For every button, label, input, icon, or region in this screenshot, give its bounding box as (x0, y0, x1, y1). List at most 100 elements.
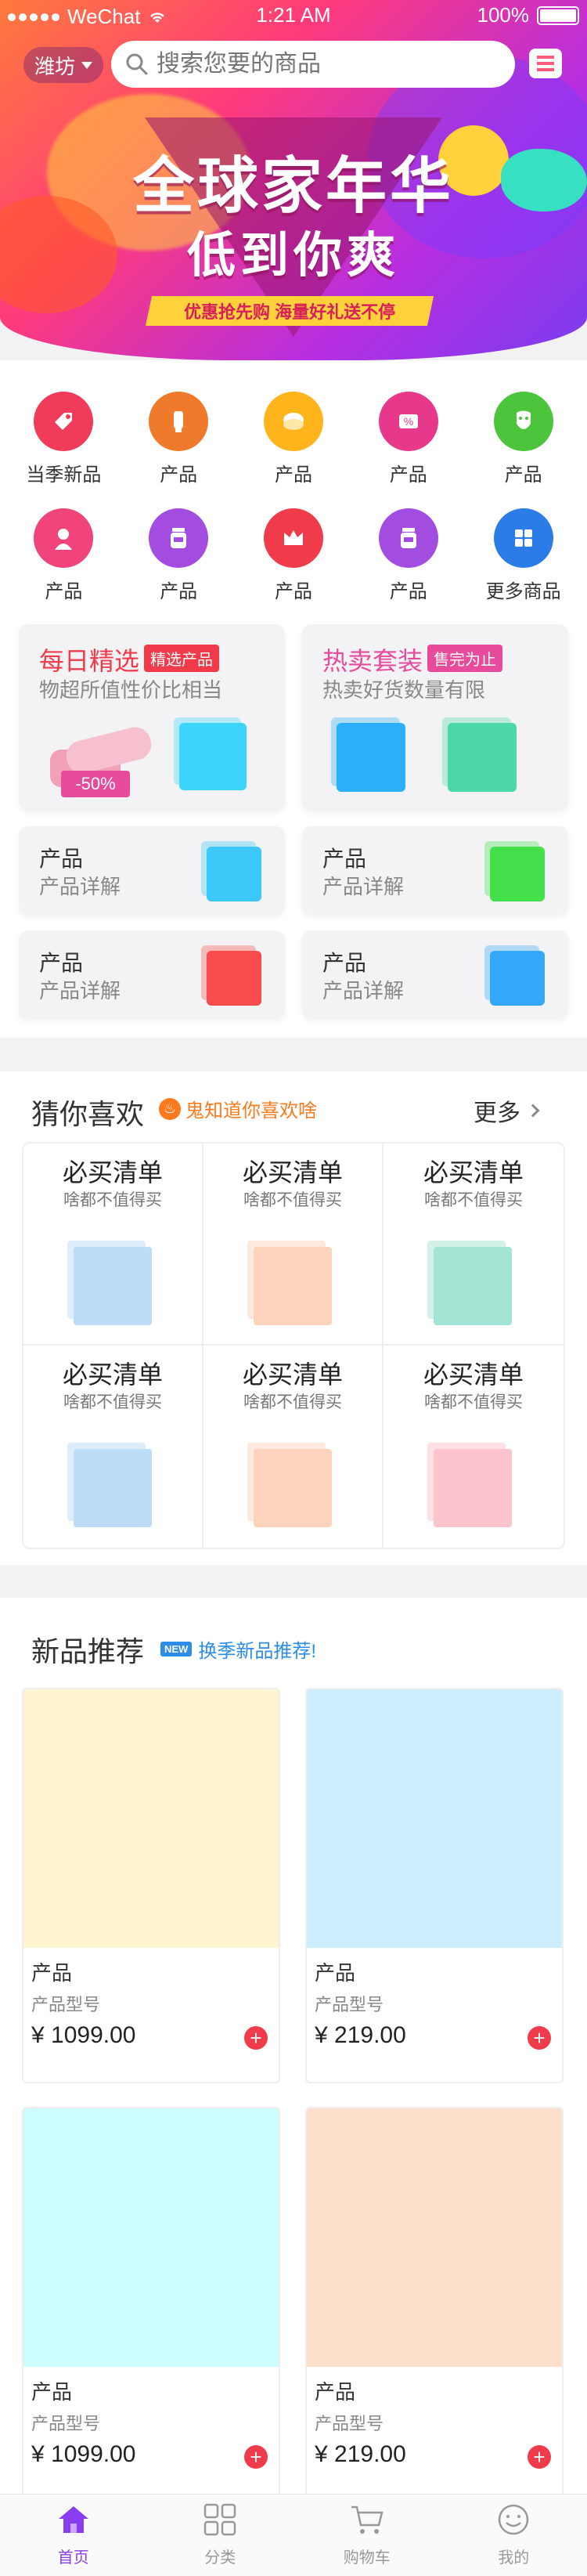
product-card[interactable]: 产品 产品型号 ¥ 219.00 + (305, 1688, 564, 2083)
product-price: ¥ 1099.00 (31, 2441, 136, 2467)
product-model: 产品型号 (315, 1995, 384, 2014)
new-products-subtitle-text: 换季新品推荐! (198, 1641, 317, 1662)
promo-section: 每日精选 精选产品 物超所值性价比相当 -50% 热卖套装 售完为止 热卖好货数… (0, 607, 587, 1038)
bottom-tab-bar: 首页 分类 购物车 我的 (0, 2494, 587, 2576)
product-card-small[interactable]: 产品 产品详解 (19, 826, 285, 915)
add-to-cart-icon[interactable]: + (528, 2445, 551, 2469)
product-name: 产品 (315, 2380, 356, 2404)
guess-item[interactable]: 必买清单 啥都不值得买 (384, 1346, 564, 1548)
battery-icon (537, 5, 579, 25)
message-button[interactable] (529, 49, 562, 78)
product-image (307, 1689, 562, 1948)
section-title: 新品推荐 (31, 1635, 145, 1667)
category-item[interactable]: 产品 (121, 508, 236, 603)
product-card[interactable]: 产品产品型号 ¥ 219.00 + (305, 2107, 564, 2502)
guess-item-title: 必买清单 (242, 1158, 343, 1187)
product-thumbnail (331, 717, 405, 792)
search-bar[interactable] (111, 41, 515, 88)
daily-picks-card[interactable]: 每日精选 精选产品 物超所值性价比相当 -50% (19, 624, 285, 811)
category-grid: 当季新品 产品 产品% 产品 产品 产品 产品 产品 产品 更多商品 (6, 392, 581, 603)
tab-cart[interactable]: 购物车 (294, 2495, 441, 2576)
guess-item[interactable]: 必买清单 啥都不值得买 (384, 1143, 564, 1346)
chevron-right-icon (526, 1104, 540, 1118)
more-link[interactable]: 更多 (474, 1093, 540, 1128)
category-item[interactable]: 产品 (121, 392, 236, 486)
tab-category-grid[interactable]: 分类 (147, 2495, 294, 2576)
product-card[interactable]: 产品 产品型号 ¥ 1099.00 + (22, 2107, 280, 2502)
card-subtitle: 产品详解 (322, 979, 405, 1003)
tab-label: 分类 (204, 2549, 236, 2567)
product-price: ¥ 219.00 (315, 2441, 406, 2467)
section-subtitle: ♨ 鬼知道你喜欢啥 (159, 1095, 317, 1122)
svg-text:%: % (404, 415, 413, 428)
profile-icon (495, 2503, 531, 2540)
category-item[interactable]: 产品 (351, 508, 466, 603)
cart-icon (349, 2503, 385, 2540)
card-subtitle: 产品详解 (322, 875, 405, 898)
add-to-cart-icon[interactable]: + (528, 2026, 551, 2050)
category-item[interactable]: 产品 (236, 508, 351, 603)
tab-home[interactable]: 首页 (0, 2495, 147, 2576)
banner-title: 全球家年华 (132, 151, 454, 220)
category-section: 当季新品 产品 产品% 产品 产品 产品 产品 产品 产品 更多商品 (0, 360, 587, 607)
jar-icon (149, 508, 209, 568)
more-label: 更多 (474, 1100, 520, 1126)
guess-item-subtitle: 啥都不值得买 (63, 1393, 162, 1411)
hero-banner[interactable]: WeChat 1:21 AM 100% 潍坊 全球 (0, 0, 587, 360)
daily-picks-tag: 精选产品 (144, 645, 219, 672)
product-thumbnail (67, 1443, 152, 1527)
hot-sets-title: 热卖套装 (322, 647, 423, 675)
card-subtitle: 产品详解 (39, 979, 121, 1003)
product-card-small[interactable]: 产品 产品详解 (19, 930, 285, 1019)
guess-item[interactable]: 必买清单啥都不值得买 (23, 1143, 203, 1346)
guess-item-subtitle: 啥都不值得买 (243, 1191, 342, 1209)
category-label: 更多商品 (485, 581, 561, 602)
woman-icon (34, 508, 94, 568)
product-card[interactable]: 产品 产品型号 ¥ 1099.00 + (22, 1688, 280, 2083)
battery-percent: 100% (477, 3, 530, 27)
product-card-small[interactable]: 产品 产品详解 (302, 826, 568, 915)
guess-item[interactable]: 必买清单啥都不值得买 (23, 1346, 203, 1548)
status-bar: WeChat 1:21 AM 100% (0, 0, 587, 31)
product-thumbnail (201, 945, 261, 1006)
guess-item-subtitle: 啥都不值得买 (63, 1191, 162, 1209)
guess-item-title: 必买清单 (423, 1158, 524, 1187)
fire-icon: ♨ (159, 1097, 181, 1120)
guess-item[interactable]: 必买清单 啥都不值得买 (203, 1346, 384, 1548)
product-image (23, 1689, 279, 1948)
category-item[interactable]: 产品 (6, 508, 121, 603)
product-image (23, 2108, 279, 2367)
hot-sets-card[interactable]: 热卖套装 售完为止 热卖好货数量有限 (302, 624, 568, 811)
hot-sets-tag: 售完为止 (427, 645, 502, 672)
face-mask-icon (493, 392, 553, 451)
guess-item-title: 必买清单 (62, 1158, 163, 1187)
product-thumbnail (247, 1241, 332, 1325)
add-to-cart-icon[interactable]: + (244, 2026, 268, 2050)
section-title: 猜你喜欢 (31, 1098, 145, 1130)
product-name: 产品 (31, 2380, 73, 2404)
product-thumbnail (247, 1443, 332, 1527)
guess-subtitle-text: 鬼知道你喜欢啥 (185, 1100, 317, 1122)
crown-icon (263, 508, 323, 568)
category-item[interactable]: 当季新品 (6, 392, 121, 486)
section-subtitle: NEW 换季新品推荐! (160, 1635, 316, 1663)
product-thumbnail (442, 717, 517, 792)
category-item[interactable]: 产品 (466, 392, 581, 486)
category-item[interactable]: % 产品 (351, 392, 466, 486)
product-card-small[interactable]: 产品 产品详解 (302, 930, 568, 1019)
search-input[interactable] (157, 51, 501, 78)
product-model: 产品型号 (315, 2414, 384, 2433)
product-thumbnail (427, 1443, 512, 1527)
guess-item[interactable]: 必买清单啥都不值得买 (203, 1143, 384, 1346)
category-item[interactable]: 更多商品 (466, 508, 581, 603)
guess-item-title: 必买清单 (62, 1360, 163, 1389)
tab-profile[interactable]: 我的 (441, 2495, 587, 2576)
banner-ribbon-text: 优惠抢先购 海量好礼送不停 (183, 302, 396, 322)
city-selector[interactable]: 潍坊 (23, 47, 104, 83)
category-item[interactable]: 产品 (236, 392, 351, 486)
add-to-cart-icon[interactable]: + (244, 2445, 268, 2469)
guess-item-subtitle: 啥都不值得买 (243, 1393, 342, 1411)
category-label: 产品 (45, 581, 83, 602)
card-title: 产品 (322, 847, 367, 871)
daily-picks-title: 每日精选 (39, 647, 140, 675)
